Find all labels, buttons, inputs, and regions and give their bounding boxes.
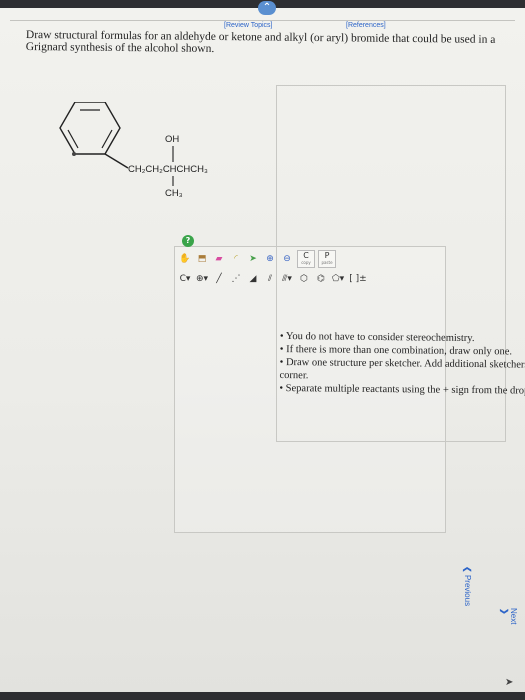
cursor-arrow-icon: ➤ [505,677,514,688]
wedge-bond-icon[interactable]: ◢ [246,272,260,286]
double-bond-icon[interactable]: ⫽ [263,272,277,286]
header-divider [10,20,515,21]
single-bond-icon[interactable]: ╱ [212,272,226,286]
eraser-icon[interactable]: ▰ [212,252,226,266]
bottom-bezel [0,692,525,700]
chevron-right-icon: ❯ [500,608,509,615]
hand-icon[interactable]: ✋ [178,252,192,266]
references-link[interactable]: [References] [346,22,386,29]
canvas-dot [72,152,76,156]
carbon-element-dropdown[interactable]: C▾ [178,272,192,286]
hydroxyl-label: OH [165,134,180,145]
sketcher-help-icon[interactable]: ? [182,235,194,247]
methyl-label: CH₃ [165,188,183,199]
stereo-bond-icon[interactable]: ⋰ [229,272,243,286]
chain-label: CH₂CH₂CHCHCH₃ [128,164,208,175]
zoom-in-icon[interactable]: ⊕ [263,252,277,266]
next-label: Next [509,608,518,625]
review-topics-link[interactable]: [Review Topics] [224,22,273,29]
collapse-chevron-icon[interactable]: ⌃ [258,1,276,15]
lasso-icon[interactable]: ◜ [229,252,243,266]
template-icon[interactable]: ⬒ [195,252,209,266]
move-icon[interactable]: ➤ [246,252,260,266]
question-text: Draw structural formulas for an aldehyde… [25,29,496,55]
next-button[interactable]: Next ❯ [500,608,518,624]
screen: ⌃ [Review Topics] [References] Draw stru… [0,0,525,700]
previous-button[interactable]: ❮ Previous [463,566,472,606]
chevron-left-icon: ❮ [463,566,472,573]
charge-plus-dropdown[interactable]: ⊕▾ [195,272,209,286]
instructions: You do not have to consider stereochemis… [279,330,525,400]
previous-label: Previous [463,574,472,607]
